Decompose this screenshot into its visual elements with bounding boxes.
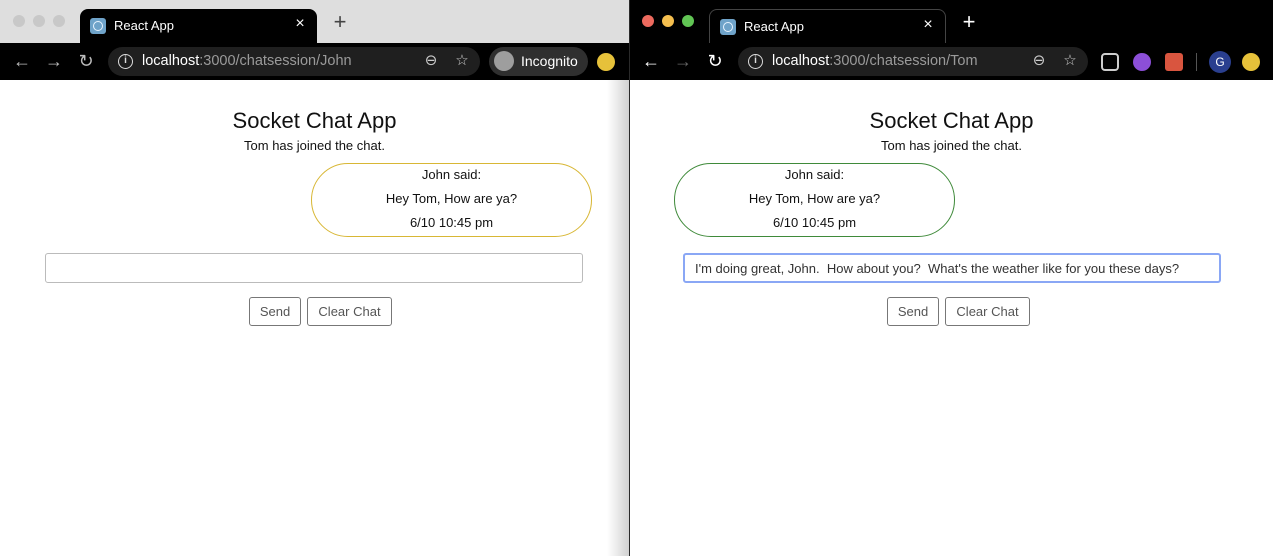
browser-toolbar: ← → ↻ i localhost:3000/chatsession/John … bbox=[0, 43, 629, 80]
chat-page: Socket Chat App Tom has joined the chat.… bbox=[630, 80, 1273, 556]
join-notification: Tom has joined the chat. bbox=[881, 138, 1022, 153]
clear-chat-button[interactable]: Clear Chat bbox=[307, 297, 392, 326]
address-bar[interactable]: i localhost:3000/chatsession/Tom ⊖ ☆ bbox=[738, 47, 1088, 76]
back-arrow-icon[interactable]: ← bbox=[12, 51, 32, 71]
profile-avatar[interactable]: G bbox=[1209, 51, 1231, 73]
browser-toolbar: ← → ↻ i localhost:3000/chatsession/Tom ⊖… bbox=[630, 43, 1273, 80]
tab-react-app[interactable]: React App × bbox=[80, 9, 317, 43]
extension-red-icon[interactable] bbox=[1165, 53, 1183, 71]
reload-icon[interactable]: ↻ bbox=[705, 51, 725, 71]
message-timestamp: 6/10 10:45 pm bbox=[409, 215, 494, 230]
react-favicon-icon bbox=[90, 18, 106, 34]
bookmark-star-icon[interactable]: ☆ bbox=[1061, 52, 1079, 70]
message-text: Hey Tom, How are ya? bbox=[748, 191, 881, 206]
message-input[interactable] bbox=[45, 253, 583, 283]
message-author: John said: bbox=[421, 167, 482, 182]
minimize-window-icon[interactable] bbox=[33, 15, 45, 27]
forward-arrow-icon[interactable]: → bbox=[44, 51, 64, 71]
join-notification: Tom has joined the chat. bbox=[244, 138, 385, 153]
url-text: localhost:3000/chatsession/Tom bbox=[772, 53, 978, 69]
url-text: localhost:3000/chatsession/John bbox=[142, 53, 352, 69]
incognito-label: Incognito bbox=[521, 53, 578, 69]
extension-icon[interactable] bbox=[597, 53, 615, 71]
message-input[interactable] bbox=[683, 253, 1221, 283]
minimize-window-icon[interactable] bbox=[662, 15, 674, 27]
forward-arrow-icon[interactable]: → bbox=[673, 51, 693, 71]
tab-strip: React App × + bbox=[630, 0, 1273, 43]
chat-page: Socket Chat App Tom has joined the chat.… bbox=[0, 80, 629, 556]
toolbar-divider bbox=[1196, 53, 1197, 71]
maximize-window-icon[interactable] bbox=[53, 15, 65, 27]
tab-close-icon[interactable]: × bbox=[291, 15, 309, 33]
message-author: John said: bbox=[784, 167, 845, 182]
send-button[interactable]: Send bbox=[887, 297, 939, 326]
incognito-icon bbox=[494, 51, 514, 71]
extension-purple-icon[interactable] bbox=[1133, 53, 1151, 71]
reload-icon[interactable]: ↻ bbox=[76, 51, 96, 71]
send-button[interactable]: Send bbox=[249, 297, 301, 326]
close-window-icon[interactable] bbox=[13, 15, 25, 27]
incognito-badge[interactable]: Incognito bbox=[489, 47, 588, 76]
info-icon[interactable]: i bbox=[748, 54, 763, 69]
close-window-icon[interactable] bbox=[642, 15, 654, 27]
chat-message-bubble: John said: Hey Tom, How are ya? 6/10 10:… bbox=[311, 163, 592, 237]
tab-strip: React App × + bbox=[0, 0, 629, 43]
zoom-icon[interactable]: ⊖ bbox=[1030, 52, 1048, 70]
new-tab-icon[interactable]: + bbox=[959, 11, 979, 33]
zoom-icon[interactable]: ⊖ bbox=[422, 52, 440, 70]
tab-react-app[interactable]: React App × bbox=[709, 9, 946, 43]
bookmark-star-icon[interactable]: ☆ bbox=[453, 52, 471, 70]
back-arrow-icon[interactable]: ← bbox=[641, 51, 661, 71]
pocket-icon[interactable] bbox=[1101, 53, 1119, 71]
info-icon[interactable]: i bbox=[118, 54, 133, 69]
browser-window-john: React App × + ← → ↻ i localhost:3000/cha… bbox=[0, 0, 629, 556]
page-title: Socket Chat App bbox=[869, 108, 1034, 133]
react-favicon-icon bbox=[720, 19, 736, 35]
browser-window-tom: React App × + ← → ↻ i localhost:3000/cha… bbox=[629, 0, 1273, 556]
page-title: Socket Chat App bbox=[232, 108, 397, 133]
chat-message-bubble: John said: Hey Tom, How are ya? 6/10 10:… bbox=[674, 163, 955, 237]
extension-icon[interactable] bbox=[1242, 53, 1260, 71]
address-bar[interactable]: i localhost:3000/chatsession/John ⊖ ☆ bbox=[108, 47, 480, 76]
new-tab-icon[interactable]: + bbox=[330, 11, 350, 33]
maximize-window-icon[interactable] bbox=[682, 15, 694, 27]
message-timestamp: 6/10 10:45 pm bbox=[772, 215, 857, 230]
clear-chat-button[interactable]: Clear Chat bbox=[945, 297, 1030, 326]
tab-title: React App bbox=[744, 19, 804, 34]
tab-title: React App bbox=[114, 18, 174, 33]
window-shadow bbox=[607, 80, 629, 556]
tab-close-icon[interactable]: × bbox=[919, 16, 937, 34]
message-text: Hey Tom, How are ya? bbox=[385, 191, 518, 206]
